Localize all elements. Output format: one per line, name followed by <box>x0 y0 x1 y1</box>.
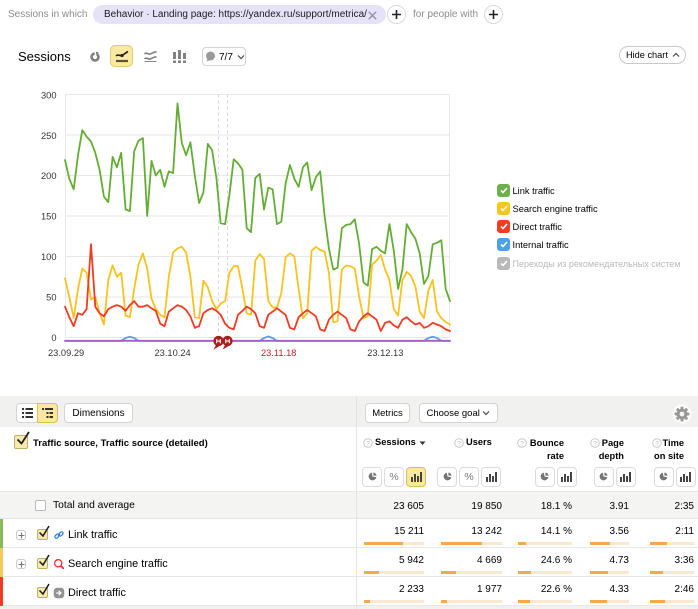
svg-text:23.11.18: 23.11.18 <box>261 348 297 358</box>
svg-text:23.10.24: 23.10.24 <box>154 348 190 358</box>
svg-text:?: ? <box>457 440 461 447</box>
svg-text:200: 200 <box>41 171 57 181</box>
svg-text:23.09.29: 23.09.29 <box>48 348 84 358</box>
svg-text:0: 0 <box>51 333 56 343</box>
svg-text:50: 50 <box>46 293 56 303</box>
svg-text:23.12.13: 23.12.13 <box>367 348 403 358</box>
svg-text:?: ? <box>366 440 370 447</box>
svg-text:250: 250 <box>41 131 57 141</box>
svg-text:300: 300 <box>41 91 57 101</box>
svg-text:100: 100 <box>41 252 57 262</box>
svg-text:150: 150 <box>41 212 57 222</box>
